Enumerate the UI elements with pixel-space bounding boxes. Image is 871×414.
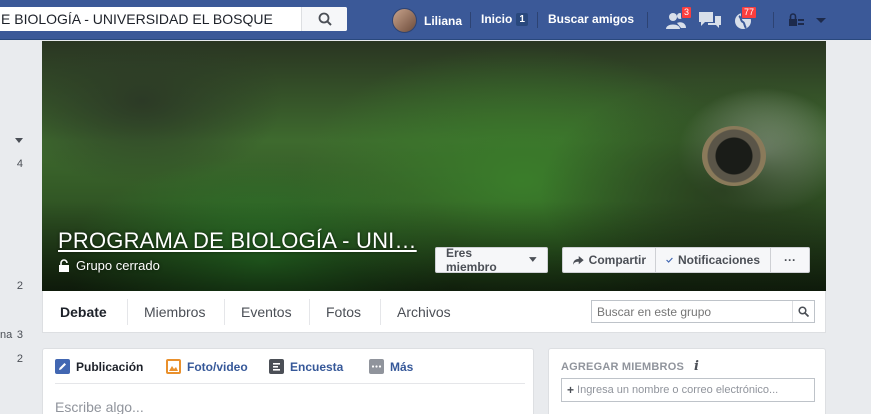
tab-label: Fotos [326,303,362,320]
global-search-box[interactable]: E BIOLOGÍA - UNIVERSIDAD EL BOSQUE [0,7,347,31]
composer-tab-more[interactable]: Más [369,359,413,374]
share-label: Compartir [588,253,646,267]
tab-label: Eventos [241,303,292,320]
messages-button[interactable] [698,10,722,30]
composer-tab-label: Foto/video [187,359,248,374]
tab-debate[interactable]: Debate [43,291,124,332]
photo-icon [166,359,181,374]
composer-tab-label: Encuesta [290,359,344,374]
group-privacy-label: Grupo cerrado [76,258,160,273]
composer-tab-label: Más [390,359,414,374]
group-privacy: Grupo cerrado [58,258,160,273]
global-search-input[interactable]: E BIOLOGÍA - UNIVERSIDAD EL BOSQUE [0,11,301,27]
info-icon[interactable]: i [694,359,699,374]
tab-members[interactable]: Miembros [127,291,222,332]
more-options-label: ··· [784,253,796,267]
find-friends-link[interactable]: Buscar amigos [548,12,634,26]
search-icon [798,306,809,317]
more-dots-icon [369,359,384,374]
member-status-button[interactable]: Eres miembro [435,246,548,274]
share-button[interactable]: Compartir [562,247,656,273]
post-text-input[interactable]: Escribe algo... [55,399,144,414]
nav-divider [647,12,648,28]
composer-tab-photo-video[interactable]: Foto/video [166,359,248,374]
sidebar-count[interactable]: 3 [17,329,23,341]
pencil-icon [55,359,70,374]
composer-divider [55,383,525,384]
lock-icon [59,259,69,272]
home-label: Inicio [481,12,513,26]
top-navigation-bar: E BIOLOGÍA - UNIVERSIDAD EL BOSQUE Lilia… [0,0,871,40]
notifications-label: Notificaciones [677,253,760,267]
notifications-toggle-button[interactable]: Notificaciones [655,247,771,273]
group-tabs: Debate Miembros Eventos Fotos Archivos [42,291,826,333]
share-arrow-icon [573,255,584,265]
post-composer: Publicación Foto/video Encuesta Más Escr… [42,348,534,414]
user-name: Liliana [424,13,463,28]
nav-divider [470,12,471,28]
sidebar-truncated-label[interactable]: na [0,329,12,341]
friend-requests-badge: 3 [681,6,693,19]
composer-tab-label: Publicación [76,359,144,374]
avatar [392,8,417,33]
group-cover-photo: PROGRAMA DE BIOLOGÍA - UNI… Grupo cerrad… [42,41,826,291]
add-member-placeholder: Ingresa un nombre o correo electrónico..… [577,384,779,396]
add-members-panel: AGREGAR MIEMBROS i + Ingresa un nombre o… [548,348,826,414]
tab-events[interactable]: Eventos [224,291,309,332]
notifications-badge: 77 [741,6,758,19]
plus-icon: + [567,383,575,397]
caret-down-icon[interactable] [15,138,23,144]
friend-requests-button[interactable]: 3 [664,6,693,30]
checkmark-icon [666,257,673,263]
profile-link[interactable]: Liliana [392,8,462,33]
group-search-input[interactable] [592,304,792,319]
nav-divider [537,12,538,28]
left-sidebar: 4 2 na 3 2 [0,41,40,414]
tab-photos[interactable]: Fotos [309,291,378,332]
messages-icon [699,12,721,28]
nav-divider [773,12,774,28]
tab-label: Debate [60,303,107,320]
privacy-lock-icon [789,13,804,26]
group-title[interactable]: PROGRAMA DE BIOLOGÍA - UNI… [58,228,417,254]
settings-menu-button[interactable] [787,10,827,30]
composer-tab-post[interactable]: Publicación [55,359,143,374]
home-link[interactable]: Inicio 1 [481,12,528,26]
cover-image-detail [702,126,766,186]
sidebar-count[interactable]: 2 [17,280,23,292]
add-member-input[interactable]: + Ingresa un nombre o correo electrónico… [561,378,815,402]
notifications-button[interactable]: 77 [732,6,758,30]
tab-label: Miembros [144,303,206,320]
add-members-heading: AGREGAR MIEMBROS i [561,359,699,374]
group-search-button[interactable] [792,301,814,322]
caret-down-icon [529,257,537,262]
search-icon [318,12,332,26]
add-members-title: AGREGAR MIEMBROS [561,360,684,373]
home-count-badge: 1 [516,12,528,26]
composer-tab-poll[interactable]: Encuesta [269,359,343,374]
sidebar-count[interactable]: 4 [17,158,23,170]
search-button[interactable] [301,7,347,31]
sidebar-count[interactable]: 2 [17,353,23,365]
poll-icon [269,359,284,374]
tab-files[interactable]: Archivos [380,291,468,332]
chevron-down-icon [816,18,826,23]
group-search-box[interactable] [591,300,815,323]
member-status-label: Eres miembro [446,246,497,274]
tab-label: Archivos [397,303,451,320]
more-options-button[interactable]: ··· [770,247,810,273]
